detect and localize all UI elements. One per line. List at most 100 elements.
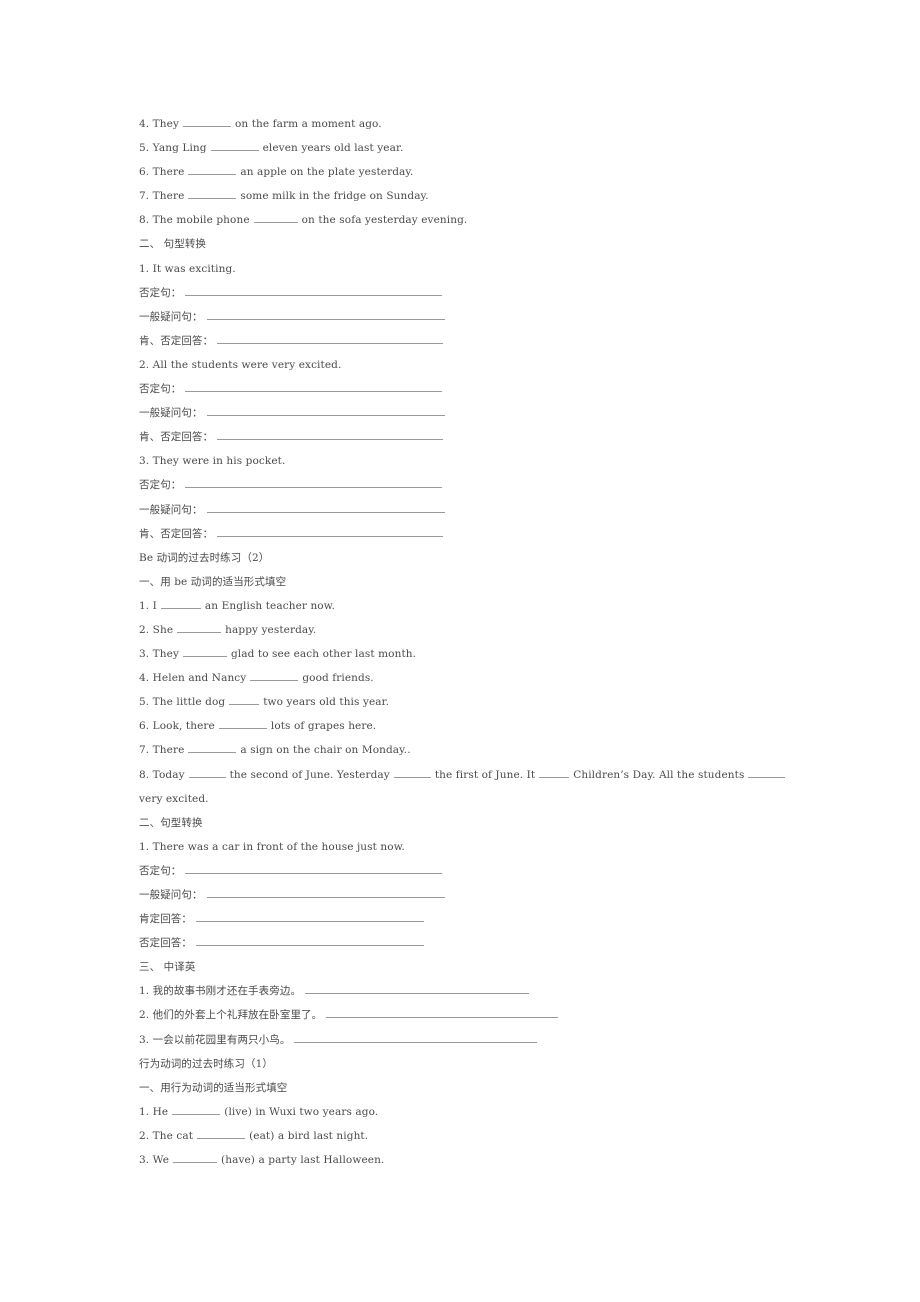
answer-blank[interactable] — [305, 992, 530, 995]
label: 否定句： — [139, 286, 182, 299]
answer-blank[interactable] — [393, 776, 431, 778]
answer-blank[interactable] — [206, 318, 445, 320]
answer-blank[interactable] — [196, 920, 424, 923]
item-text: They — [152, 648, 179, 661]
item-text: 1. 我的故事书刚才还在手表旁边。 — [139, 985, 302, 998]
answer-blank[interactable] — [188, 197, 237, 200]
item-number: 7. — [139, 190, 150, 203]
exercise-item: 6. Look, there lots of grapes here. — [139, 718, 839, 742]
verb-hint: (live) — [224, 1105, 252, 1118]
answer-blank[interactable] — [173, 1161, 218, 1164]
exercise-item: 2. She happy yesterday. — [139, 622, 839, 646]
answer-blank[interactable] — [218, 727, 267, 730]
item-text: 2. 他们的外套上个礼拜放在卧室里了。 — [139, 1009, 323, 1022]
answer-blank[interactable] — [188, 776, 226, 778]
answer-blank[interactable] — [206, 896, 445, 898]
exercise-item: 5. Yang Ling eleven years old last year. — [139, 140, 839, 164]
label: 肯定回答： — [139, 913, 192, 926]
exercise-item: 6. There an apple on the plate yesterday. — [139, 164, 839, 188]
item-continuation: very excited. — [139, 792, 209, 805]
answer-blank[interactable] — [206, 511, 445, 513]
answer-blank[interactable] — [326, 1016, 559, 1019]
answer-line-question: 一般疑问句： — [139, 502, 839, 526]
answer-line-negative: 否定句： — [139, 285, 839, 309]
answer-blank[interactable] — [253, 221, 298, 224]
exercise-title: Be 动词的过去时练习（2） — [139, 551, 270, 564]
item-text: on the sofa yesterday evening. — [301, 214, 468, 227]
item-number: 4. — [139, 118, 150, 130]
answer-blank[interactable] — [294, 1041, 538, 1043]
translation-item: 1. 我的故事书刚才还在手表旁边。 — [139, 983, 839, 1007]
item-text: two years old this year. — [263, 696, 390, 709]
answer-blank[interactable] — [160, 607, 201, 609]
translation-item: 3. 一会以前花园里有两只小鸟。 — [139, 1032, 839, 1056]
item-text: on the farm a moment ago. — [234, 118, 382, 130]
item-text: He — [152, 1105, 169, 1118]
answer-blank[interactable] — [185, 294, 443, 296]
item-text: the first of June. It — [434, 768, 536, 781]
item-text: I — [152, 599, 157, 612]
item-text: Children’s Day. All the students — [573, 768, 745, 781]
exercise-item: 8. The mobile phone on the sofa yesterday… — [139, 212, 839, 236]
answer-blank[interactable] — [188, 751, 237, 754]
answer-line-answers: 肯、否定回答： — [139, 429, 839, 453]
answer-blank[interactable] — [210, 149, 259, 152]
section-heading: 一、用 be 动词的适当形式填空 — [139, 575, 287, 588]
answer-blank[interactable] — [185, 872, 443, 874]
answer-blank[interactable] — [197, 1137, 246, 1139]
section-heading: 二、句型转换 — [139, 816, 203, 829]
label: 一般疑问句： — [139, 310, 203, 323]
item-number: 1. — [139, 599, 150, 612]
exercise-title: 行为动词的过去时练习（1） — [139, 1057, 273, 1070]
item-number: 3. — [139, 1154, 150, 1167]
item-text: happy yesterday. — [225, 623, 317, 636]
item-number: 4. — [139, 672, 150, 685]
document-page: 4. They on the farm a moment ago. 5. Yang… — [139, 116, 839, 1176]
answer-blank[interactable] — [182, 125, 231, 127]
answer-blank[interactable] — [748, 776, 786, 778]
answer-blank[interactable] — [250, 679, 299, 682]
item-text: an apple on the plate yesterday. — [240, 166, 414, 179]
section-heading: 一、用行为动词的适当形式填空 — [139, 1081, 288, 1094]
answer-blank[interactable] — [206, 414, 445, 417]
item-text: Today — [152, 768, 185, 781]
item-text: The mobile phone — [152, 214, 250, 227]
answer-blank[interactable] — [185, 486, 443, 489]
exercise-item: 3. They glad to see each other last month… — [139, 646, 839, 670]
item-text: eleven years old last year. — [262, 142, 404, 155]
exercise-item: 1. He (live) in Wuxi two years ago. — [139, 1104, 839, 1128]
answer-blank[interactable] — [196, 944, 424, 947]
answer-blank[interactable] — [185, 390, 443, 393]
answer-blank[interactable] — [188, 173, 237, 176]
answer-blank[interactable] — [172, 1113, 221, 1115]
item-number: 5. — [139, 142, 150, 155]
answer-blank[interactable] — [217, 438, 444, 441]
item-number: 6. — [139, 166, 150, 179]
label: 肯、否定回答： — [139, 334, 214, 347]
exercise-item: 5. The little dog two years old this year… — [139, 694, 839, 718]
exercise-item: 1. Ian English teacher now. — [139, 598, 839, 622]
label: 否定句： — [139, 864, 182, 877]
item-number: 2. — [139, 1129, 150, 1142]
item-text: The cat — [152, 1129, 194, 1142]
translation-item: 2. 他们的外套上个礼拜放在卧室里了。 — [139, 1007, 839, 1031]
answer-blank[interactable] — [217, 535, 444, 537]
item-number: 3. — [139, 648, 150, 661]
answer-blank[interactable] — [217, 342, 444, 344]
exercise-item: 8. Today the second of June. Yesterday the… — [139, 767, 839, 791]
exercise-item: 7. There some milk in the fridge on Sunda… — [139, 188, 839, 212]
item-number: 7. — [139, 744, 150, 757]
item-text: There — [152, 744, 185, 757]
source-sentence: 1. It was exciting. — [139, 262, 236, 275]
answer-line-question: 一般疑问句： — [139, 309, 839, 333]
item-text: 3. 一会以前花园里有两只小鸟。 — [139, 1033, 291, 1046]
exercise-item: 4. They on the farm a moment ago. — [139, 116, 839, 140]
answer-blank[interactable] — [539, 776, 570, 778]
answer-line-negative: 否定句： — [139, 381, 839, 405]
answer-blank[interactable] — [229, 703, 260, 706]
label: 否定句： — [139, 479, 182, 492]
answer-blank[interactable] — [182, 655, 227, 658]
label: 一般疑问句： — [139, 503, 203, 516]
item-text: the second of June. Yesterday — [229, 768, 390, 781]
answer-blank[interactable] — [177, 631, 222, 633]
